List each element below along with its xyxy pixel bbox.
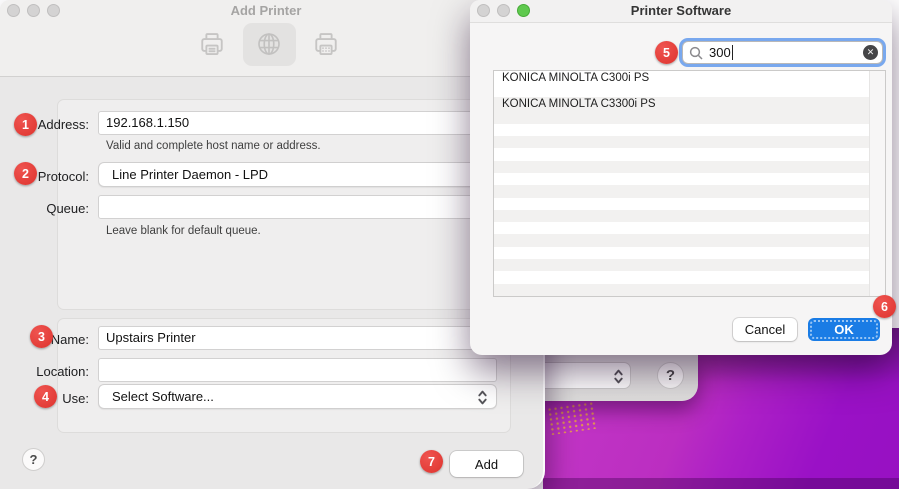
search-icon [689,46,703,60]
window-title: Printer Software [470,3,892,18]
search-input[interactable]: 300 ✕ [682,41,883,64]
cancel-button[interactable]: Cancel [733,318,797,341]
location-input[interactable] [98,358,497,382]
list-item[interactable]: KONICA MINOLTA C300i PS [494,71,885,97]
protocol-value: Line Printer Daemon - LPD [112,167,268,182]
protocol-popup[interactable]: Line Printer Daemon - LPD [98,162,497,187]
list-item-empty [494,234,885,246]
wallpaper-dots-pattern [546,401,597,435]
window-title: Add Printer [0,3,532,18]
add-button[interactable]: Add [450,451,523,477]
annotation-badge-5: 5 [655,41,678,64]
scrollbar-track[interactable] [869,71,885,296]
windows-printer-icon[interactable] [311,29,341,59]
list-item-empty [494,222,885,234]
list-item-empty [494,198,885,210]
screenshot-stage: ? Add Printer [0,0,899,489]
list-item-empty [494,185,885,197]
text-caret [732,45,733,60]
help-button[interactable]: ? [22,448,45,471]
clear-search-icon[interactable]: ✕ [863,45,878,60]
list-item-empty [494,247,885,259]
printer-software-window: Printer Software 300 ✕ KONICA MINOLTA C3… [470,0,892,355]
queue-label: Queue: [0,201,89,216]
add-printer-window: Add Printer [0,0,545,489]
popup-chevrons-icon [613,368,624,390]
annotation-badge-4: 4 [34,385,57,408]
default-printer-icon[interactable] [197,29,227,59]
list-item-empty [494,161,885,173]
address-input[interactable]: 192.168.1.150 [98,111,497,135]
annotation-badge-3: 3 [30,325,53,348]
use-popup[interactable]: Select Software... [98,384,497,409]
queue-input[interactable] [98,195,497,219]
location-label: Location: [0,364,89,379]
list-item-empty [494,173,885,185]
queue-help-text: Leave blank for default queue. [106,225,261,237]
annotation-badge-7: 7 [420,450,443,473]
use-value: Select Software... [112,389,214,404]
software-results-list[interactable]: KONICA MINOLTA C300i PS KONICA MINOLTA C… [493,70,886,297]
search-value: 300 [709,45,731,60]
annotation-badge-2: 2 [14,162,37,185]
ok-button[interactable]: OK [808,318,880,341]
annotation-badge-6: 6 [873,295,896,318]
list-item-empty [494,210,885,222]
list-item-empty [494,259,885,271]
ip-globe-icon[interactable] [254,29,284,59]
list-item-empty [494,284,885,296]
list-item[interactable]: KONICA MINOLTA C3300i PS [494,97,885,123]
list-item-empty [494,271,885,283]
list-item-empty [494,124,885,136]
wallpaper-dark-band [543,478,899,489]
address-help-text: Valid and complete host name or address. [106,140,321,152]
list-item-empty [494,136,885,148]
background-help-button[interactable]: ? [657,362,684,389]
name-input[interactable]: Upstairs Printer [98,326,497,350]
list-item-empty [494,148,885,160]
popup-chevrons-icon [477,389,488,413]
annotation-badge-1: 1 [14,113,37,136]
